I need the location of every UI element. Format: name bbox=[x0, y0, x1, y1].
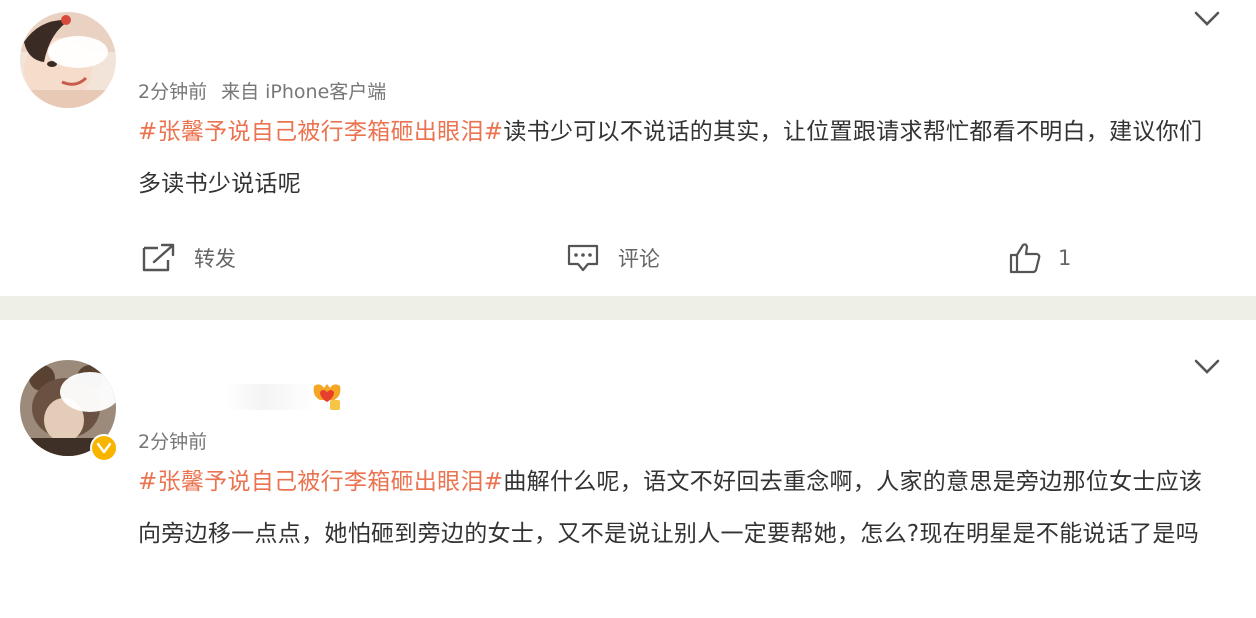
post-separator bbox=[0, 296, 1256, 320]
like-icon bbox=[1008, 241, 1042, 275]
medal-icon bbox=[310, 378, 344, 412]
chevron-down-icon[interactable] bbox=[1194, 10, 1220, 28]
like-button[interactable]: 1 bbox=[1008, 236, 1071, 280]
comment-icon bbox=[566, 242, 600, 274]
verified-badge-icon bbox=[90, 434, 118, 462]
action-bar-1: 转发 评论 1 bbox=[0, 236, 1256, 280]
repost-label: 转发 bbox=[194, 247, 236, 271]
topic-link[interactable]: #张馨予说自己被行李箱砸出眼泪# bbox=[138, 119, 503, 145]
post-source: 来自 iPhone客户端 bbox=[221, 81, 387, 103]
comment-label: 评论 bbox=[618, 247, 660, 271]
post-text-1: #张馨予说自己被行李箱砸出眼泪#读书少可以不说话的其实，让位置跟请求帮忙都看不明… bbox=[138, 106, 1218, 210]
post-text-2: #张馨予说自己被行李箱砸出眼泪#曲解什么呢，语文不好回去重念啊，人家的意思是旁边… bbox=[138, 456, 1218, 560]
user-avatar-1[interactable] bbox=[20, 12, 116, 108]
post-meta-1: 2分钟前 来自 iPhone客户端 bbox=[138, 77, 400, 104]
like-count: 1 bbox=[1058, 246, 1072, 270]
username-redacted bbox=[226, 384, 316, 410]
post-time: 2分钟前 bbox=[138, 81, 208, 103]
chevron-down-icon[interactable] bbox=[1194, 358, 1220, 376]
post-time: 2分钟前 bbox=[138, 431, 208, 453]
post-meta-2: 2分钟前 bbox=[138, 427, 221, 454]
repost-button[interactable]: 转发 bbox=[140, 236, 236, 280]
repost-icon bbox=[140, 242, 176, 274]
topic-link[interactable]: #张馨予说自己被行李箱砸出眼泪# bbox=[138, 469, 503, 495]
comment-button[interactable]: 评论 bbox=[566, 236, 660, 280]
comment-card-1: 2分钟前 来自 iPhone客户端 #张馨予说自己被行李箱砸出眼泪#读书少可以不说… bbox=[0, 0, 1256, 296]
